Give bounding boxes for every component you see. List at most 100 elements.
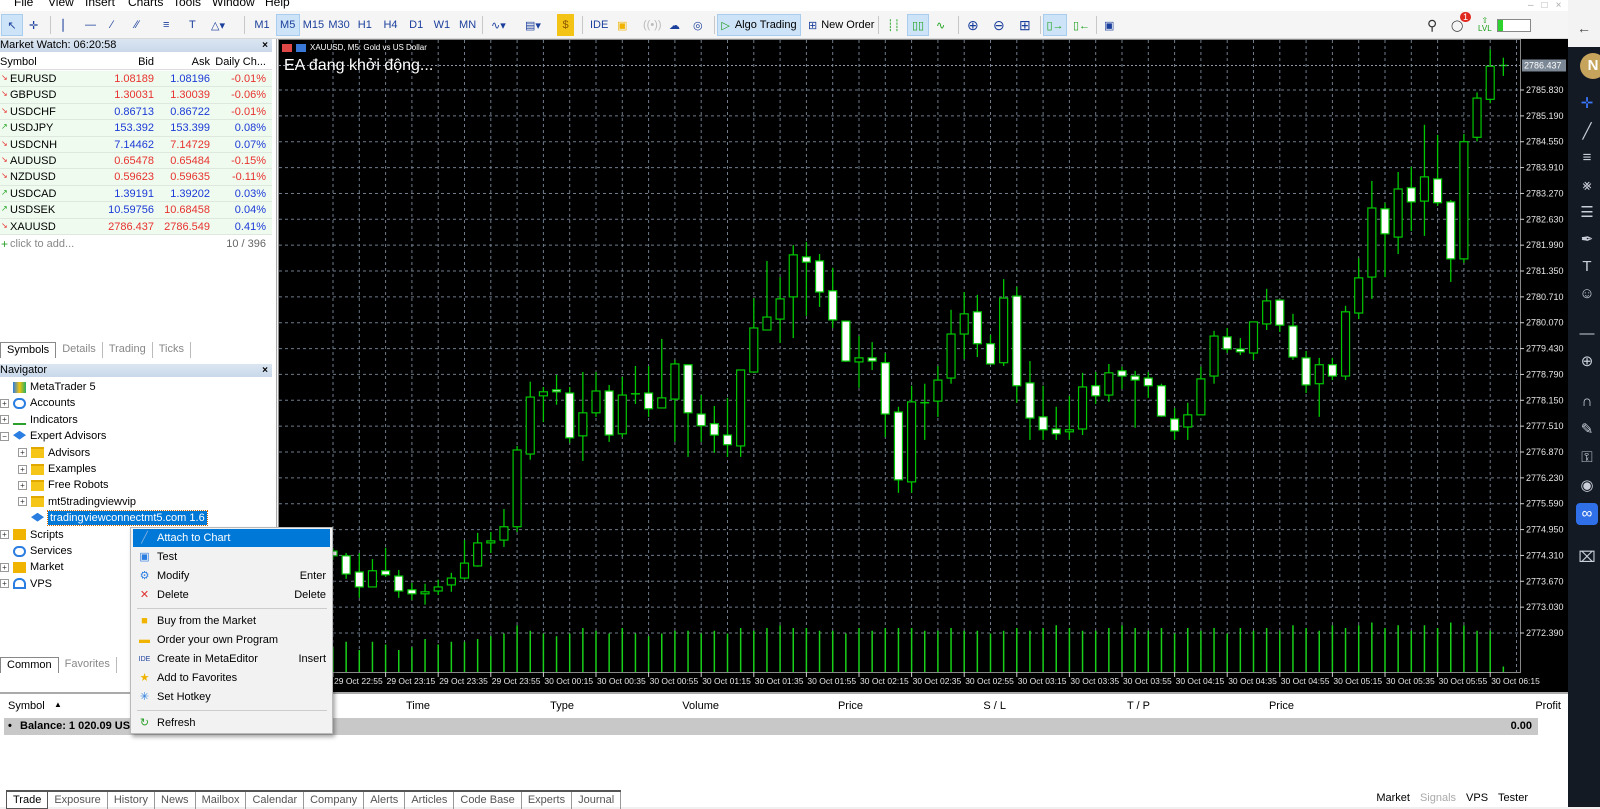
expand-icon[interactable]: + <box>0 562 9 572</box>
timeframe-m15[interactable]: M15 <box>301 14 325 36</box>
screenshot-button[interactable]: ▣ <box>1101 14 1117 36</box>
cursor-tool-button[interactable]: ↖ <box>1 14 23 36</box>
eye-icon[interactable]: ◉ <box>1576 475 1598 497</box>
emoji-icon[interactable]: ☺ <box>1576 283 1598 305</box>
col-profit[interactable]: Profit <box>1535 700 1561 712</box>
window-controls[interactable]: –□× <box>1528 0 1569 11</box>
menu-item-modify[interactable]: ⚙ Modify Enter <box>133 567 330 585</box>
lock-draw-icon[interactable]: ✎ <box>1576 419 1598 441</box>
expand-icon[interactable]: + <box>18 464 27 474</box>
trendline-icon[interactable]: ╱ <box>1576 121 1598 143</box>
tab-symbols[interactable]: Symbols <box>0 342 57 358</box>
symbol-row[interactable]: ↗ USDCAD 1.39191 1.39202 0.03% <box>0 185 272 203</box>
menu-item-delete[interactable]: ✕ Delete Delete <box>133 586 330 604</box>
tab-signals[interactable]: Signals <box>1420 792 1456 804</box>
tab-details[interactable]: Details <box>56 342 103 358</box>
col-price[interactable]: Price <box>1269 700 1294 712</box>
menu-item-order-your-own-program[interactable]: ▬ Order your own Program <box>133 631 330 649</box>
tab-code-base[interactable]: Code Base <box>454 792 522 809</box>
expand-icon[interactable]: + <box>18 480 27 490</box>
timeframe-m1[interactable]: M1 <box>250 14 274 36</box>
price-chart[interactable]: 2785.830 2785.190 2784.550 2783.910 2783.270… <box>278 39 1568 692</box>
signals-icon[interactable]: ((•)) <box>640 14 665 36</box>
close-icon[interactable]: × <box>262 364 268 377</box>
menu-item-add-to-favorites[interactable]: ★ Add to Favorites <box>133 669 330 687</box>
vertical-line-button[interactable]: ⎥ <box>56 14 68 36</box>
fibonacci-button[interactable]: ≡ <box>160 14 172 36</box>
menu-item-attach-to-chart[interactable]: ╱ Attach to Chart <box>133 529 330 547</box>
navigator-item[interactable]: + Market <box>0 559 64 575</box>
dollar-icon[interactable]: $ <box>557 14 574 36</box>
timeframe-h1[interactable]: H1 <box>353 14 377 36</box>
avatar[interactable]: N <box>1580 53 1600 79</box>
menu-file[interactable]: File <box>14 0 33 9</box>
symbol-row[interactable]: ↘ EURUSD 1.08189 1.08196 -0.01% <box>0 71 272 88</box>
bar-chart-button[interactable]: ┊┊ <box>884 14 903 36</box>
tab-news[interactable]: News <box>155 792 196 809</box>
tab-experts[interactable]: Experts <box>522 792 573 809</box>
collapse-icon[interactable]: − <box>0 431 9 441</box>
timeframe-m5[interactable]: M5 <box>275 14 300 36</box>
symbol-row[interactable]: ↗ USDSEK 10.59756 10.68458 0.04% <box>0 202 272 219</box>
symbol-row[interactable]: ↘ USDCHF 0.86713 0.86722 -0.01% <box>0 103 272 121</box>
tab-alerts[interactable]: Alerts <box>364 792 406 809</box>
navigator-item[interactable]: + Advisors <box>18 445 90 461</box>
trash-icon[interactable]: ⌧ <box>1576 547 1598 569</box>
menu-tools[interactable]: Tools <box>173 0 201 9</box>
horizontal-line-button[interactable]: — <box>82 14 99 36</box>
click-to-add-row[interactable]: + click to add... 10 / 396 <box>0 236 272 252</box>
navigator-item[interactable]: MetaTrader 5 <box>0 379 96 395</box>
market-bag-icon[interactable]: ▣ <box>614 14 630 36</box>
link-icon[interactable]: ∞ <box>1576 503 1598 525</box>
tab-mailbox[interactable]: Mailbox <box>196 792 247 809</box>
symbol-row[interactable]: ↘ USDCNH 7.14462 7.14729 0.07% <box>0 136 272 153</box>
expand-icon[interactable]: + <box>0 530 9 540</box>
menu-help[interactable]: Help <box>265 0 290 9</box>
algo-trading-button[interactable]: ▷ Algo Trading <box>717 14 801 36</box>
shapes-button[interactable]: △▾ <box>208 14 228 36</box>
expand-icon[interactable]: + <box>18 448 27 458</box>
ide-button[interactable]: IDE <box>587 14 611 36</box>
tile-windows-button[interactable]: ⊞ <box>1016 14 1034 36</box>
tab-exposure[interactable]: Exposure <box>48 792 108 809</box>
symbol-row[interactable]: ↗ USDJPY 153.392 153.399 0.08% <box>0 120 272 137</box>
tab-ticks[interactable]: Ticks <box>153 342 191 358</box>
menu-charts[interactable]: Charts <box>128 0 163 9</box>
templates-menu-button[interactable]: ▤▾ <box>522 14 544 36</box>
pattern-icon[interactable]: ⨳ <box>1576 175 1598 197</box>
col-volume[interactable]: Volume <box>682 700 719 712</box>
candlestick-chart-button[interactable]: ▯▯ <box>907 14 929 36</box>
tab-trade[interactable]: Trade <box>6 792 49 809</box>
navigator-item[interactable]: − Expert Advisors <box>0 428 106 444</box>
col-daily-change[interactable]: Daily Ch... <box>215 56 266 68</box>
new-order-button[interactable]: ⊞ New Order <box>805 14 877 36</box>
navigator-item[interactable]: tradingviewconnectmt5.com 1.6 <box>18 510 208 527</box>
vps-cloud-icon[interactable]: ☁ <box>666 14 683 36</box>
timeframe-h4[interactable]: H4 <box>379 14 403 36</box>
menu-item-refresh[interactable]: ↻ Refresh <box>133 714 330 732</box>
crosshair-icon[interactable]: ✛ <box>1576 93 1598 115</box>
menu-insert[interactable]: Insert <box>85 0 115 9</box>
navigator-item[interactable]: + Scripts <box>0 527 64 543</box>
close-icon[interactable]: × <box>262 39 268 52</box>
tab-history[interactable]: History <box>108 792 156 809</box>
lock-icon[interactable]: ⚿ <box>1576 447 1598 469</box>
navigator-item[interactable]: Services <box>0 543 72 559</box>
tab-company[interactable]: Company <box>304 792 365 809</box>
one-click-trading-icon[interactable] <box>282 43 292 52</box>
col-type[interactable]: Type <box>550 700 574 712</box>
fingerprint-icon[interactable]: ◎ <box>690 14 706 36</box>
col-tp[interactable]: T / P <box>1127 700 1150 712</box>
col-price[interactable]: Price <box>838 700 863 712</box>
navigator-item[interactable]: + mt5tradingviewvip <box>18 494 136 510</box>
symbol-row[interactable]: ↘ XAUUSD 2786.437 2786.549 0.41% <box>0 218 272 235</box>
col-ask[interactable]: Ask <box>192 56 210 68</box>
chart-shift-button[interactable]: ▯← <box>1070 14 1093 36</box>
menu-view[interactable]: View <box>48 0 74 9</box>
expand-icon[interactable]: + <box>0 415 9 425</box>
menu-item-set-hotkey[interactable]: ✳ Set Hotkey <box>133 688 330 706</box>
timeframe-m30[interactable]: M30 <box>327 14 351 36</box>
auto-scroll-button[interactable]: ▯→ <box>1043 14 1067 36</box>
col-symbol[interactable]: Symbol <box>8 700 45 712</box>
fib-icon[interactable]: ☰ <box>1576 202 1598 224</box>
